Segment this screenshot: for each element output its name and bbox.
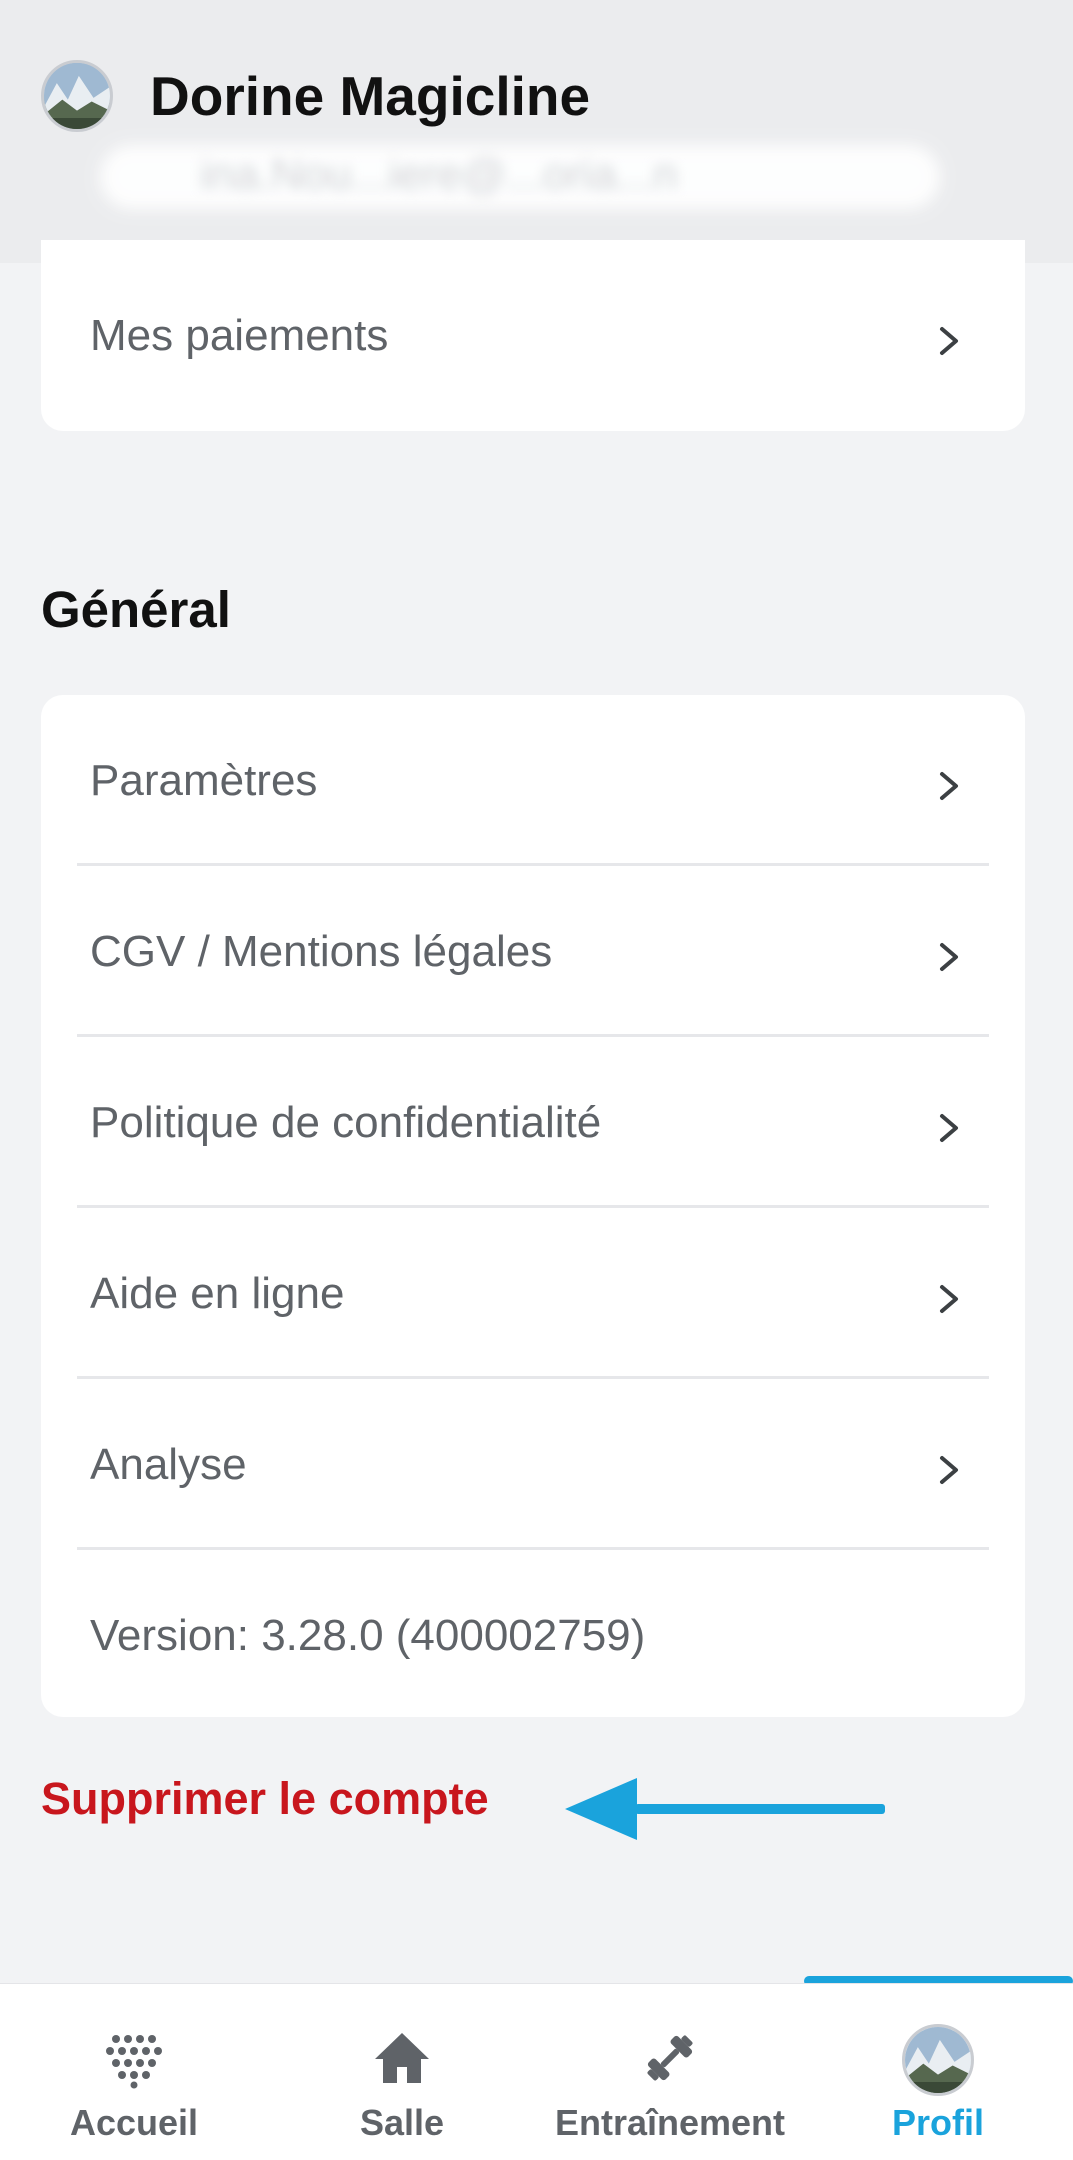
menu-item-label: Analyse xyxy=(90,1439,247,1489)
menu-item-label: Politique de confidentialité xyxy=(90,1097,602,1147)
nav-label: Entraînement xyxy=(554,2102,786,2143)
nav-item-profile[interactable]: Profil xyxy=(804,1984,1072,2160)
grid-dots-icon xyxy=(103,2027,165,2089)
profile-avatar[interactable] xyxy=(41,60,113,132)
menu-item-privacy[interactable]: Politique de confidentialité xyxy=(41,1037,1025,1208)
chevron-right-icon xyxy=(936,1110,962,1142)
menu-item-label: CGV / Mentions légales xyxy=(90,926,553,976)
nav-label: Salle xyxy=(359,2102,445,2143)
home-icon xyxy=(371,2027,433,2089)
user-name: Dorine Magicline xyxy=(150,65,591,127)
menu-item-label: Paramètres xyxy=(90,755,318,805)
nav-item-home-feed[interactable]: Accueil xyxy=(0,1984,268,2160)
version-row: Version: 3.28.0 (400002759) xyxy=(41,1550,1025,1721)
account-card: Mes paiements xyxy=(41,240,1025,431)
nav-label: Accueil xyxy=(69,2102,199,2143)
menu-item-settings[interactable]: Paramètres xyxy=(41,695,1025,866)
chevron-right-icon xyxy=(936,1452,962,1484)
section-title-general: Général xyxy=(41,581,231,638)
mountain-photo-icon xyxy=(44,63,110,129)
nav-item-gym[interactable]: Salle xyxy=(268,1984,536,2160)
dumbbell-icon xyxy=(639,2027,701,2089)
menu-item-payments[interactable]: Mes paiements xyxy=(41,250,1025,421)
version-text: Version: 3.28.0 (400002759) xyxy=(90,1610,646,1660)
delete-account-button[interactable]: Supprimer le compte xyxy=(41,1773,489,1825)
chevron-right-icon xyxy=(936,323,962,355)
nav-label: Profil xyxy=(891,2102,984,2143)
bottom-navigation: Accueil Salle Entraînement Profil xyxy=(0,1983,1073,2160)
menu-item-analytics[interactable]: Analyse xyxy=(41,1379,1025,1550)
menu-item-label: Mes paiements xyxy=(90,310,389,360)
chevron-right-icon xyxy=(936,939,962,971)
menu-item-terms[interactable]: CGV / Mentions légales xyxy=(41,866,1025,1037)
menu-item-label: Aide en ligne xyxy=(90,1268,345,1318)
menu-item-help[interactable]: Aide en ligne xyxy=(41,1208,1025,1379)
nav-item-training[interactable]: Entraînement xyxy=(536,1984,804,2160)
avatar-icon xyxy=(902,2024,974,2096)
arrow-left-icon xyxy=(565,1778,885,1840)
profile-header: Dorine Magicline ina.Nou...iere@...oria.… xyxy=(0,0,1073,263)
general-card: Paramètres CGV / Mentions légales Politi… xyxy=(41,695,1025,1717)
chevron-right-icon xyxy=(936,768,962,800)
user-email: ina.Nou...iere@...oria...n xyxy=(200,150,678,199)
chevron-right-icon xyxy=(936,1281,962,1313)
